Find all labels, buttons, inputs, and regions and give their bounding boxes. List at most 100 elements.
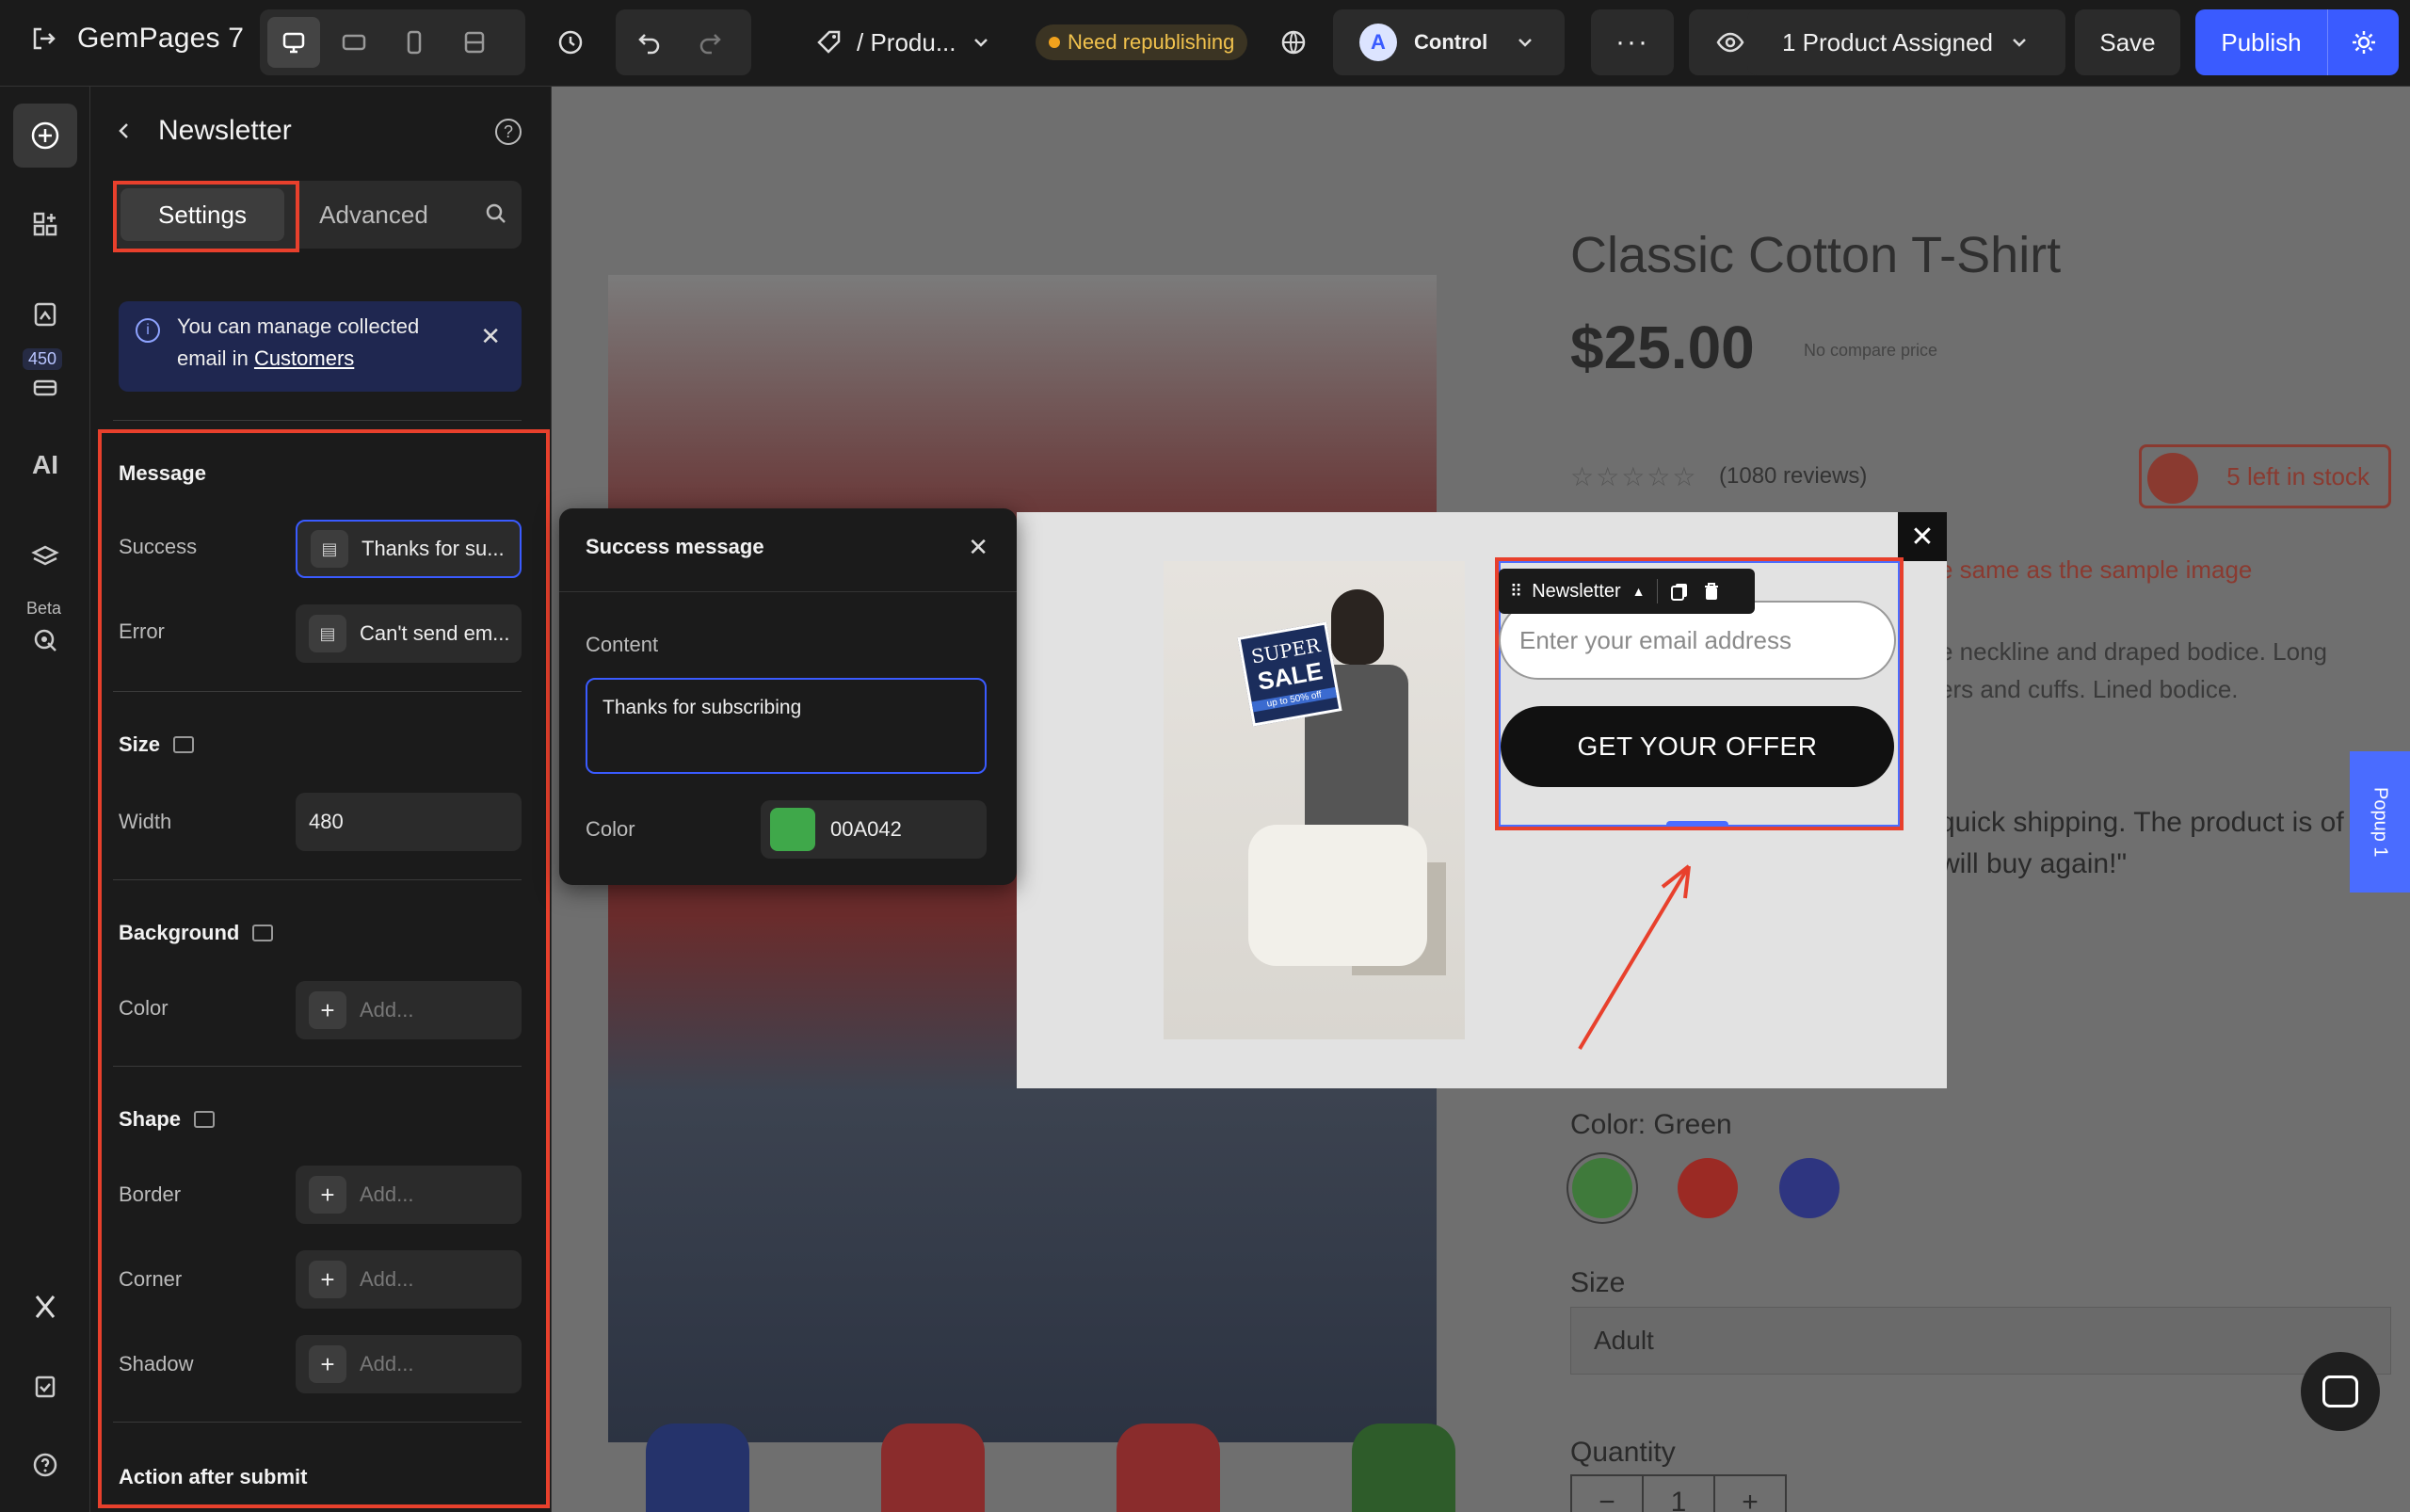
exit-icon[interactable] [28, 24, 58, 54]
shadow-field[interactable]: + Add... [296, 1335, 522, 1393]
popup-side-tab[interactable]: Popup 1 [2350, 751, 2410, 893]
description-line: e neckline and draped bodice. Long [1939, 637, 2327, 666]
redo-icon[interactable] [683, 17, 736, 68]
success-message-popover: Success message ✕ Content Thanks for sub… [559, 508, 1017, 885]
product-assigned-dropdown[interactable]: 1 Product Assigned [1747, 9, 2065, 75]
tablet-landscape-icon[interactable] [328, 17, 380, 68]
ai-icon[interactable]: AI [13, 433, 77, 497]
plus-icon: + [309, 1261, 346, 1298]
mobile-view-icon[interactable] [388, 17, 441, 68]
divider [113, 1422, 522, 1423]
corner-placeholder: Add... [360, 1267, 414, 1291]
plus-icon: + [309, 991, 346, 1029]
save-button[interactable]: Save [2075, 9, 2180, 75]
layers-icon[interactable] [13, 525, 77, 589]
model-head-shape [1331, 589, 1384, 665]
chat-launcher-button[interactable] [2301, 1352, 2380, 1431]
more-options-button[interactable]: ··· [1591, 9, 1674, 75]
error-message-value: Can't send em... [360, 621, 510, 645]
panel-header: Newsletter [113, 115, 292, 147]
corner-field[interactable]: + Add... [296, 1250, 522, 1309]
divider [113, 420, 522, 421]
page-label: / Produ... [857, 27, 956, 56]
tab-advanced[interactable]: Advanced [292, 188, 456, 241]
bg-color-field[interactable]: + Add... [296, 981, 522, 1039]
product-thumbnail[interactable] [1117, 1424, 1220, 1512]
color-label: Color: Green [1570, 1109, 1732, 1140]
highlight-newsletter [1495, 557, 1904, 830]
color-chip[interactable] [770, 808, 815, 851]
variant-selector[interactable]: A Control [1333, 9, 1565, 75]
back-arrow-icon[interactable] [113, 120, 136, 142]
product-assigned-label: 1 Product Assigned [1781, 27, 1994, 56]
undo-icon[interactable] [623, 17, 676, 68]
border-placeholder: Add... [360, 1182, 414, 1206]
desktop-view-icon[interactable] [267, 17, 320, 68]
product-thumbnail[interactable] [1352, 1424, 1455, 1512]
close-icon[interactable]: ✕ [968, 533, 988, 562]
product-thumbnail[interactable] [881, 1424, 985, 1512]
left-rail: 450 AI Beta [0, 87, 90, 1512]
templates-icon[interactable] [13, 352, 77, 416]
responsive-view-icon[interactable] [448, 17, 501, 68]
chat-icon [2322, 1375, 2358, 1407]
target-cursor-icon[interactable] [13, 608, 77, 672]
help-icon[interactable]: ? [495, 119, 522, 145]
divider [559, 591, 1017, 592]
page-assets-icon[interactable] [13, 282, 77, 346]
size-select[interactable]: Adult [1570, 1307, 2391, 1375]
publish-settings-button[interactable] [2327, 9, 2399, 75]
add-element-icon[interactable] [13, 104, 77, 168]
globe-language-icon[interactable] [1267, 17, 1320, 68]
color-label: Color [586, 817, 635, 841]
width-input[interactable]: 480 [296, 793, 522, 851]
success-message-field[interactable]: ▤ Thanks for su... [296, 520, 522, 578]
stock-text: 5 left in stock [2226, 461, 2370, 491]
color-picker-field[interactable]: 00A042 [761, 800, 987, 859]
color-swatch-red[interactable] [1678, 1158, 1738, 1218]
color-swatch-green[interactable] [1572, 1158, 1632, 1218]
product-description: e neckline and draped bodice. Long ers a… [1939, 633, 2327, 708]
x-brand-icon[interactable] [13, 1275, 77, 1339]
close-icon[interactable]: ✕ [480, 320, 501, 352]
clipboard-check-icon[interactable] [13, 1354, 77, 1418]
search-icon[interactable] [484, 201, 508, 226]
content-label: Content [586, 633, 659, 656]
rating-stars-icon: ☆☆☆☆☆ [1570, 462, 1698, 491]
product-thumbnail[interactable] [646, 1424, 749, 1512]
review-count: (1080 reviews) [1719, 463, 1868, 489]
tag-icon [815, 28, 844, 56]
minus-button[interactable]: − [1572, 1476, 1644, 1512]
shadow-label: Shadow [119, 1352, 194, 1375]
quantity-stepper: − 1 + [1570, 1474, 1787, 1512]
sample-note: e same as the sample image [1939, 555, 2253, 584]
history-icon[interactable] [544, 17, 597, 68]
help-circle-icon[interactable] [13, 1433, 77, 1497]
color-hex-value[interactable]: 00A042 [830, 817, 902, 842]
undo-redo-group [616, 9, 751, 75]
popup-close-icon[interactable]: ✕ [1898, 512, 1947, 561]
variant-label: Control [1414, 30, 1488, 54]
sections-icon[interactable] [13, 192, 77, 256]
page-selector[interactable]: / Produ... [815, 9, 992, 75]
customers-link[interactable]: Customers [254, 346, 354, 370]
success-label: Success [119, 535, 198, 558]
action-after-submit-title: Action after submit [119, 1465, 308, 1488]
review-quote: quick shipping. The product is of will b… [1939, 802, 2344, 885]
shape-section-title: Shape [119, 1107, 216, 1132]
chevron-down-icon [2008, 31, 2031, 54]
success-content-textarea[interactable]: Thanks for subscribing [586, 678, 987, 774]
bg-color-label: Color [119, 996, 169, 1020]
shape-title: Shape [119, 1107, 182, 1131]
quantity-value[interactable]: 1 [1644, 1476, 1715, 1512]
border-field[interactable]: + Add... [296, 1166, 522, 1224]
size-section-title: Size [119, 732, 195, 757]
info-banner: i You can manage collected email in Cust… [119, 301, 522, 392]
publish-button[interactable]: Publish [2195, 9, 2327, 75]
color-swatch-blue[interactable] [1779, 1158, 1840, 1218]
divider [113, 879, 522, 880]
error-message-field[interactable]: ▤ Can't send em... [296, 604, 522, 663]
plus-button[interactable]: + [1715, 1476, 1785, 1512]
shadow-placeholder: Add... [360, 1352, 414, 1375]
quantity-label: Quantity [1570, 1437, 1676, 1468]
